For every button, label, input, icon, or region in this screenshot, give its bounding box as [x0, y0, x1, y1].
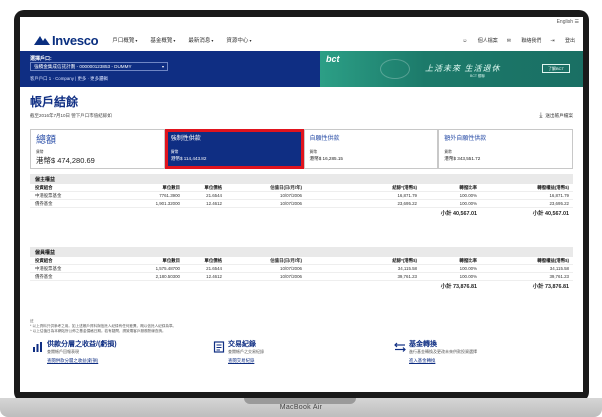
page-subtitle: 截至2016年7月10日 營下戶口市值結餘如 — [30, 113, 112, 118]
quick-links: 供款分層之收益/(虧損) 查閱帳戶回報表現 查閱供款分層之收益(虧損) 交易紀錄… — [30, 338, 573, 368]
language-switch[interactable]: English — [557, 19, 573, 25]
chevron-down-icon: ▾ — [161, 64, 164, 69]
card-currency-label: 貨幣 — [309, 150, 318, 154]
banner-subtext: BCT 銀聯 — [470, 74, 485, 78]
contact-link[interactable]: ✉ 聯絡我們 — [507, 37, 542, 44]
page-title: 帳戶結餘 — [30, 95, 79, 109]
switch-arrows-icon — [394, 341, 406, 353]
menu-icon[interactable]: ☰ — [575, 19, 579, 25]
card-currency-label: 貨幣 — [444, 150, 452, 154]
section-title: 僱主權益 — [30, 174, 573, 184]
quick-link-anchor[interactable]: 查閱供款分層之收益(虧損) — [47, 358, 98, 364]
section-title: 僱員權益 — [30, 247, 573, 257]
subtotal-transfer: 小計 40,567.01 — [532, 211, 569, 217]
chevron-down-icon: ▾ — [249, 38, 252, 43]
employee-balance-section: 僱員權益 投資組合 單位數目 單位價格 估值日(日/月/年) 結餘*(港幣$) 轉撥比率轉… — [30, 247, 573, 291]
subtotal-balance: 小計 40,567.01 — [440, 211, 477, 217]
card-title: 自願性供款 — [309, 136, 340, 142]
table-row: 中港股票基金 1,575.48700 21.6544 10/07/2006 34,115… — [30, 265, 573, 273]
browser-screen: English ☰ Invesco 戶口概覽▾ 基金概覽▾ 最新消息▾ 資源中心… — [20, 17, 583, 392]
card-mandatory-contribution[interactable]: 強制性供款 貨幣 港幣$ 114,443.82 — [164, 129, 304, 169]
account-bar: 選擇戶口: 強積金集成信託計劃 - 000000123853 - DUMMY ▾… — [20, 51, 583, 87]
mountain-logo-icon — [34, 35, 50, 45]
quick-link-desc: 查閱帳戶回報表現 — [47, 349, 79, 354]
quick-link-anchor[interactable]: 查閱交易紀錄 — [228, 358, 254, 364]
card-value: 港幣$ 16,285.15 — [309, 156, 343, 161]
download-icon: ⤓ — [539, 112, 543, 119]
quick-link-title: 交易紀錄 — [228, 341, 256, 348]
employer-balance-section: 僱主權益 投資組合 單位數目 單位價格 估值日(日/月/年) 結餘*(港幣$) 轉撥比率轉… — [30, 174, 573, 218]
logo-text: Invesco — [52, 32, 99, 48]
card-currency-label: 貨幣 — [170, 150, 179, 154]
account-select-label: 選擇戶口: — [30, 56, 52, 62]
header-utility-links: ☺ 個人檔案 ✉ 聯絡我們 ⇥ 登出 — [453, 37, 575, 44]
banner-slogan: 上活未來 生活退休 — [425, 64, 501, 73]
chevron-down-icon: ▾ — [211, 38, 214, 43]
quick-link-anchor[interactable]: 進入基金轉換 — [409, 358, 435, 364]
banner-logo: bct — [326, 54, 340, 64]
quick-link-title: 供款分層之收益/(虧損) — [47, 341, 117, 348]
table-row: 債券基金 2,180.50300 12.4612 10/07/2006 39,761.2… — [30, 273, 573, 281]
quick-link-transactions: 交易紀錄 查閱帳戶之交易紀錄 查閱交易紀錄 — [211, 338, 392, 368]
card-additional-voluntary[interactable]: 額外自願性供款 貨幣 港幣$ 343,551.72 — [438, 129, 573, 169]
invesco-logo[interactable]: Invesco — [34, 32, 99, 48]
download-link[interactable]: ⤓ 送出帳戶檔案 — [539, 112, 573, 120]
logout-link[interactable]: ⇥ 登出 — [550, 37, 575, 44]
chevron-down-icon: ▾ — [173, 38, 176, 43]
quick-link-desc: 進行基金轉換及更改未來供款投資選擇 — [409, 349, 477, 354]
banner-decoration — [380, 59, 410, 79]
nav-item-resources[interactable]: 資源中心▾ — [226, 36, 251, 44]
breadcrumb[interactable]: 客戶戶口 1 · Company | 更多 · 更多邏輯 — [30, 76, 108, 82]
footnotes: 註 * 以上資料只供參考之用。如上述帳戶資料與信託人紀錄有任何差異，概以信託人紀… — [30, 319, 573, 334]
subtotal-row: 小計 40,567.01 小計 40,567.01 — [30, 208, 573, 218]
top-strip: English ☰ — [20, 17, 583, 29]
main-nav: 戶口概覽▾ 基金概覽▾ 最新消息▾ 資源中心▾ — [112, 36, 264, 44]
balance-summary-cards: 總額 貨幣 港幣$ 474,280.69 強制性供款 貨幣 港幣$ 114,44… — [30, 129, 573, 169]
nav-item-news[interactable]: 最新消息▾ — [188, 36, 213, 44]
subtotal-balance: 小計 73,876.81 — [440, 284, 477, 290]
device-label: MacBook Air — [279, 404, 323, 411]
card-value: 港幣$ 343,551.72 — [444, 156, 481, 161]
bar-chart-icon — [32, 341, 44, 353]
site-header: Invesco 戶口概覽▾ 基金概覽▾ 最新消息▾ 資源中心▾ ☺ 個人檔案 ✉… — [20, 29, 583, 51]
card-title: 強制性供款 — [170, 136, 201, 142]
account-select-value: 強積金集成信託計劃 - 000000123853 - DUMMY — [34, 64, 132, 69]
footnote: ^ 以上估值日為本網站所公佈之基金價格日期。若有疑問，請致電客戶服務熱線查詢。 — [30, 329, 166, 333]
subtotal-transfer: 小計 73,876.81 — [532, 284, 569, 290]
quick-link-fund-switch: 基金轉換 進行基金轉換及更改未來供款投資選擇 進入基金轉換 — [392, 338, 573, 368]
nav-item-funds[interactable]: 基金概覽▾ — [150, 36, 175, 44]
card-title: 總額 — [36, 135, 56, 146]
promo-banner[interactable]: bct 上活未來 生活退休 BCT 銀聯 了解BCT — [320, 51, 583, 87]
laptop-frame: English ☰ Invesco 戶口概覽▾ 基金概覽▾ 最新消息▾ 資源中心… — [14, 10, 589, 402]
card-value: 港幣$ 114,443.82 — [170, 156, 207, 161]
card-total[interactable]: 總額 貨幣 港幣$ 474,280.69 — [30, 129, 165, 169]
chevron-down-icon: ▾ — [135, 38, 138, 43]
account-select[interactable]: 強積金集成信託計劃 - 000000123853 - DUMMY ▾ — [30, 62, 168, 71]
card-title: 額外自願性供款 — [444, 136, 487, 142]
profile-link[interactable]: ☺ 個人檔案 — [462, 37, 498, 44]
quick-link-returns: 供款分層之收益/(虧損) 查閱帳戶回報表現 查閱供款分層之收益(虧損) — [30, 338, 211, 368]
banner-button[interactable]: 了解BCT — [542, 64, 570, 73]
subtotal-row: 小計 73,876.81 小計 73,876.81 — [30, 281, 573, 291]
card-value: 港幣$ 474,280.69 — [36, 156, 95, 165]
table-header-row: 投資組合 單位數目 單位價格 估值日(日/月/年) 結餘*(港幣$) 轉撥比率 轉撥權益(港… — [30, 257, 573, 265]
quick-link-desc: 查閱帳戶之交易紀錄 — [228, 349, 264, 354]
table-row: 債券基金 1,901.32000 12.4612 10/07/2006 23,695.2… — [30, 200, 573, 208]
card-voluntary-contribution[interactable]: 自願性供款 貨幣 港幣$ 16,285.15 — [303, 129, 439, 169]
table-header-row: 投資組合 單位數目 單位價格 估值日(日/月/年) 結餘*(港幣$) 轉撥比率 轉撥權益(港… — [30, 184, 573, 192]
quick-link-title: 基金轉換 — [409, 341, 437, 348]
document-icon — [213, 341, 225, 353]
table-row: 中港股票基金 7761.3900 21.6544 10/07/2006 16,871.7… — [30, 192, 573, 200]
nav-item-account[interactable]: 戶口概覽▾ — [112, 36, 137, 44]
